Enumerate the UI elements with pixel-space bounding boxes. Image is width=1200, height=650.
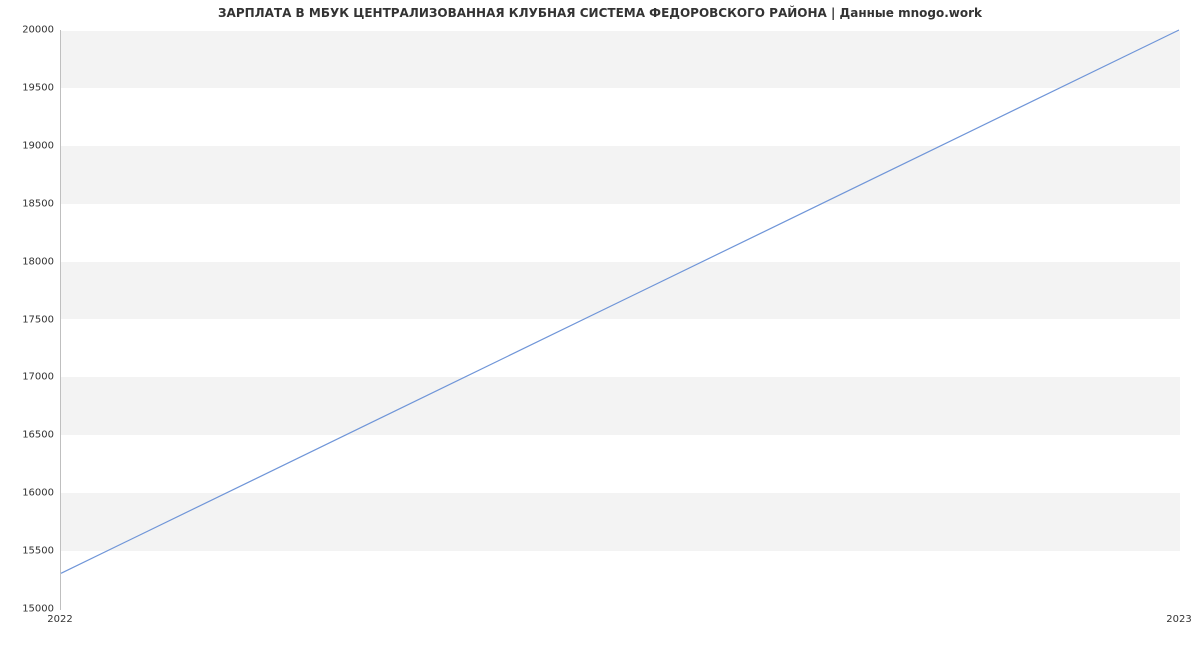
chart-title: ЗАРПЛАТА В МБУК ЦЕНТРАЛИЗОВАННАЯ КЛУБНАЯ… (0, 6, 1200, 20)
y-tick-label: 16000 (4, 488, 54, 499)
x-tick-label: 2023 (1166, 614, 1191, 625)
chart-container: ЗАРПЛАТА В МБУК ЦЕНТРАЛИЗОВАННАЯ КЛУБНАЯ… (0, 0, 1200, 650)
y-tick-label: 17500 (4, 314, 54, 325)
y-tick-label: 16500 (4, 430, 54, 441)
y-tick-label: 17000 (4, 372, 54, 383)
line-series (61, 30, 1180, 609)
y-tick-label: 15500 (4, 546, 54, 557)
plot-area (60, 30, 1180, 610)
y-tick-label: 20000 (4, 25, 54, 36)
y-tick-label: 15000 (4, 604, 54, 615)
y-tick-label: 18000 (4, 256, 54, 267)
gridline (61, 609, 1180, 610)
x-tick-label: 2022 (47, 614, 72, 625)
series-line (61, 30, 1179, 573)
y-tick-label: 18500 (4, 198, 54, 209)
y-tick-label: 19000 (4, 140, 54, 151)
y-tick-label: 19500 (4, 82, 54, 93)
